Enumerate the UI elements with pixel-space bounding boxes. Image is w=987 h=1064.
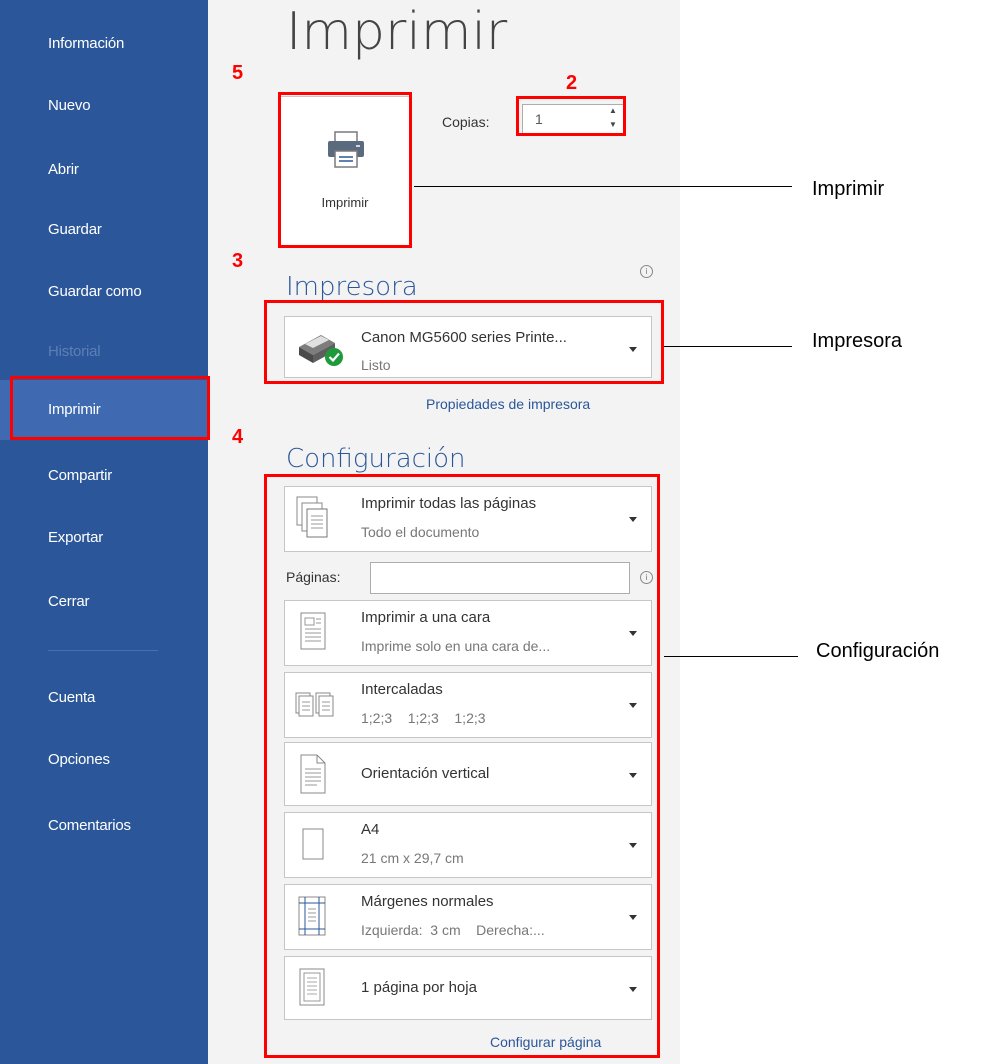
info-icon[interactable]: i: [640, 571, 653, 584]
nav-item-cuenta[interactable]: Cuenta: [0, 668, 208, 728]
chevron-down-icon: [629, 987, 637, 992]
nav-item-imprimir[interactable]: Imprimir: [0, 380, 208, 440]
all-pages-icon: [295, 495, 329, 546]
chevron-down-icon: [629, 773, 637, 778]
print-button[interactable]: Imprimir: [278, 96, 412, 246]
nav-item-informacion[interactable]: Información: [0, 14, 208, 74]
callout-label: Configuración: [816, 640, 940, 662]
margins-title: Márgenes normales: [361, 893, 494, 910]
info-icon[interactable]: i: [640, 265, 653, 278]
nav-item-abrir[interactable]: Abrir: [0, 140, 208, 200]
collation-dropdown[interactable]: Intercaladas 1;2;3 1;2;3 1;2;3: [284, 672, 652, 738]
chevron-down-icon: [629, 631, 637, 636]
callout-line: [664, 346, 792, 347]
nav-item-guardar-como[interactable]: Guardar como: [0, 262, 208, 322]
nav-item-compartir[interactable]: Compartir: [0, 446, 208, 506]
settings-section-title: Configuración: [286, 444, 466, 474]
stepper-up-icon[interactable]: ▲: [604, 104, 622, 118]
annotation-number: 4: [232, 426, 244, 448]
chevron-down-icon: [629, 517, 637, 522]
callout-line: [664, 656, 798, 657]
nav-item-historial: Historial: [48, 343, 101, 360]
pages-per-sheet-dropdown[interactable]: 1 página por hoja: [284, 956, 652, 1020]
chevron-down-icon: [629, 703, 637, 708]
page-title: Imprimir: [286, 2, 508, 62]
orientation-dropdown[interactable]: Orientación vertical: [284, 742, 652, 806]
backstage-sidebar: Información Nuevo Abrir Guardar Guardar …: [0, 0, 208, 1064]
nav-item-comentarios[interactable]: Comentarios: [0, 796, 208, 856]
sides-title: Imprimir a una cara: [361, 609, 491, 626]
print-range-title: Imprimir todas las páginas: [361, 495, 537, 512]
chevron-down-icon: [629, 915, 637, 920]
margins-subtitle: Izquierda: 3 cm Derecha:...: [361, 922, 545, 938]
pages-per-sheet-title: 1 página por hoja: [361, 979, 477, 996]
nav-separator: [48, 650, 158, 651]
nav-item-opciones[interactable]: Opciones: [0, 730, 208, 790]
annotation-number: 3: [232, 250, 244, 272]
collation-subtitle: 1;2;3 1;2;3 1;2;3: [361, 710, 486, 726]
printer-icon: [326, 131, 366, 174]
printer-name: Canon MG5600 series Printe...: [361, 329, 567, 346]
copies-label: Copias:: [442, 114, 490, 130]
margins-dropdown[interactable]: Márgenes normales Izquierda: 3 cm Derech…: [284, 884, 652, 950]
collated-icon: [295, 681, 339, 732]
printer-ready-icon: [295, 325, 347, 374]
portrait-icon: [295, 751, 329, 802]
callout-label: Impresora: [812, 330, 903, 352]
annotation-number: 2: [566, 72, 578, 94]
pages-input[interactable]: [370, 562, 630, 594]
pages-label: Páginas:: [286, 569, 341, 585]
nav-item-exportar[interactable]: Exportar: [0, 508, 208, 568]
paper-size-dropdown[interactable]: A4 21 cm x 29,7 cm: [284, 812, 652, 878]
paper-size-title: A4: [361, 821, 380, 838]
annotation-number: 5: [232, 62, 244, 84]
chevron-down-icon: [629, 843, 637, 848]
nav-item-cerrar[interactable]: Cerrar: [0, 572, 208, 632]
print-range-subtitle: Todo el documento: [361, 524, 480, 540]
sides-dropdown[interactable]: Imprimir a una cara Imprime solo en una …: [284, 600, 652, 666]
paper-size-subtitle: 21 cm x 29,7 cm: [361, 850, 464, 866]
pages-per-sheet-icon: [295, 965, 329, 1016]
printer-properties-link[interactable]: Propiedades de impresora: [426, 396, 590, 412]
chevron-down-icon: [629, 347, 637, 352]
page-setup-link[interactable]: Configurar página: [490, 1034, 601, 1050]
print-panel: Imprimir Imprimir Copias: 1 ▲ ▼ Impresor…: [208, 0, 680, 1064]
callout-label: Imprimir: [812, 178, 885, 200]
printer-status: Listo: [361, 357, 391, 373]
paper-size-icon: [295, 821, 329, 872]
one-sided-icon: [295, 609, 329, 660]
sides-subtitle: Imprime solo en una cara de...: [361, 638, 551, 654]
margins-icon: [295, 893, 329, 944]
print-button-label: Imprimir: [321, 195, 369, 210]
callout-line: [414, 186, 792, 187]
orientation-title: Orientación vertical: [361, 765, 490, 782]
copies-stepper[interactable]: ▲ ▼: [604, 104, 622, 134]
printer-dropdown[interactable]: Canon MG5600 series Printe... Listo: [284, 316, 652, 378]
collation-title: Intercaladas: [361, 681, 443, 698]
nav-item-nuevo[interactable]: Nuevo: [0, 76, 208, 136]
nav-item-guardar[interactable]: Guardar: [0, 200, 208, 260]
stepper-down-icon[interactable]: ▼: [604, 118, 622, 132]
print-range-dropdown[interactable]: Imprimir todas las páginas Todo el docum…: [284, 486, 652, 552]
printer-section-title: Impresora: [286, 272, 418, 302]
